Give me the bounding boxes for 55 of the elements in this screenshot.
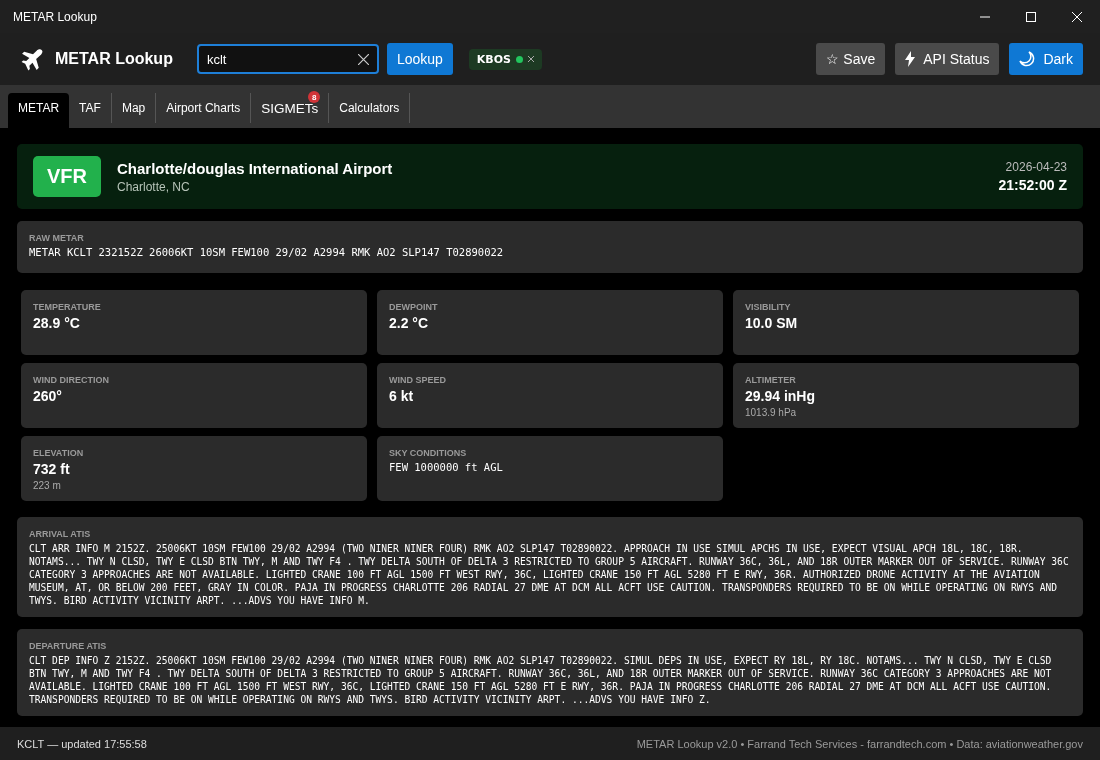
airport-location: Charlotte, NC — [117, 179, 191, 194]
app-title: METAR Lookup — [55, 50, 173, 68]
tab[interactable]: TAF — [69, 93, 112, 123]
airplane-icon — [20, 46, 45, 72]
count-badge: 8 — [308, 91, 321, 103]
tab[interactable]: Airport Charts — [156, 93, 252, 123]
status-button[interactable]: API Status — [895, 43, 1000, 75]
flight-category: VFR — [33, 156, 101, 197]
stat-label: DEWPOINT — [389, 302, 439, 312]
tab[interactable]: METAR — [8, 93, 70, 128]
stat-value: 732 ft — [33, 461, 71, 477]
credits-text: METAR Lookup v2.0 • Farrand Tech Services - farrandtech.com • Data: aviationweather.gov — [636, 737, 1083, 750]
card-label: RAW METAR — [29, 233, 85, 243]
stat-value: 6 kt — [389, 388, 415, 404]
raw-metar-text: METAR KCLT 232152Z 26006KT 10SM FEW100 29/02 A2994 RMK AO2 SLP147 T02890022 — [29, 246, 505, 258]
card-label: DEPARTURE ATIS — [29, 641, 108, 651]
stat-value: 2.2 °C — [389, 315, 430, 331]
stat-label: ELEVATION — [33, 448, 85, 458]
tab[interactable]: SIGMETs 8 — [251, 93, 330, 123]
stat-value: FEW 1000000 ft AGL — [389, 461, 504, 473]
save-button[interactable]: ☆ Save — [816, 43, 886, 75]
stat-label: WIND SPEED — [389, 375, 447, 385]
stat-subvalue: 1013.9 hPa — [745, 407, 798, 418]
clear-icon[interactable] — [357, 53, 369, 65]
window-title: METAR Lookup — [13, 9, 97, 24]
moon-icon — [1019, 51, 1036, 67]
favorite-chip[interactable]: KBOS — [468, 48, 543, 70]
status-dot-icon — [516, 55, 524, 63]
stat-value: 10.0 SM — [745, 315, 799, 331]
stat-label: ALTIMETER — [745, 375, 797, 385]
close-icon[interactable] — [1072, 11, 1082, 22]
tab[interactable]: Calculators — [329, 93, 411, 123]
stat-label: VISIBILITY — [745, 302, 792, 312]
search-field[interactable]: kclt — [196, 44, 379, 74]
stat-value: 260° — [33, 388, 63, 404]
maximize-icon[interactable] — [1026, 11, 1036, 22]
stat-value: 28.9 °C — [33, 315, 81, 331]
atis-text: CLT ARR INFO M 2152Z. 25006KT 10SM FEW100 29/02 A2994 (TWO NINER NINER FOUR) RMK AO2 SLP147 T02890022. APPROACH IN USE SIMUL APCHS IN USE, EXPECT VISUAL APCH 18L, 18C, 18R. NOTAMS... TWY N CLSD, TWY E CLSD BTN TWY, M AND TWY F4 . TWY DELTA SOUTH OF DELTA 3 RESTRICTED TO GROUP 5 AIRCRAFT. RUNWAY 36C, 36L, AND 18R OUTER MARKER OUT OF SERVICE. RUNWAY 36C CATEGORY 3 APPROACHES ARE NOT AVAILABLE. LIGHTED CRANE 100 FT AGL 1500 FT WEST RWY, 36C, LIGHTED CRANE 150 FT AGL 5280 FT E RWY, 36R. AUTHORIZED DRONE ACTIVITY AT THE AVIATION MUSEUM, AT, OR BELOW 200 FEET, GRAY IN COLOR. PAJA IN PROGRESS CHARLOTTE 206 RADIAL 27 DME AT DCM ALL ACFT USE CAUTION. TRANSPONDERS REQUIRED TO BE ON WHILE OPERATING ON RWYS AND TWYS. BIRD ACTIVITY VICINITY ARPT. ...ADVS YOU HAVE INFO M. — [29, 542, 1070, 607]
observation-time: 21:52:00 Z — [998, 177, 1067, 193]
card-label: ARRIVAL ATIS — [29, 529, 92, 539]
remove-icon[interactable] — [528, 56, 535, 62]
stat-label: TEMPERATURE — [33, 302, 102, 312]
stat-subvalue: 223 m — [33, 480, 62, 491]
tab[interactable]: Map — [111, 93, 157, 123]
theme-button[interactable]: Dark — [1009, 43, 1083, 75]
stat-label: WIND DIRECTION — [33, 375, 110, 385]
lookup-button[interactable]: Lookup — [386, 43, 453, 75]
atis-text: CLT DEP INFO Z 2152Z. 25006KT 10SM FEW100 29/02 A2994 (TWO NINER NINER FOUR) RMK AO2 SLP147 T02890022. SIMUL DEPS IN USE, EXPECT RY 18L, RY 18C. NOTAMS... TWY N CLSD, TWY E CLSD BTN TWY, M AND TWY F4 . TWY DELTA SOUTH OF DELTA 3 RESTRICTED TO GROUP 5 AIRCRAFT. RUNWAY 36C, 36L, AND 18R OUTER MARKER OUT OF SERVICE. RUNWAY 36C CATEGORY 3 APPROACHES ARE NOT AVAILABLE. LIGHTED CRANE 100 FT AGL 1500 FT WEST RWY, 36C, LIGHTED CRANE 150 FT AGL 5280 FT E RWY, 36R. PAJA IN PROGRESS CHARLOTTE 206 RADIAL 27 DME AT DCM ALL ACFT USE CAUTION. TRANSPONDERS REQUIRED TO BE ON WHILE OPERATING ON RWYS AND TWYS. BIRD ACTIVITY VICINITY ARPT. ...ADVS YOU HAVE INFO Z. — [29, 654, 1053, 706]
stat-label: SKY CONDITIONS — [389, 448, 468, 458]
station-code: KBOS — [476, 52, 512, 66]
observation-date: 2026-04-23 — [1005, 160, 1067, 174]
lightning-icon — [905, 51, 916, 67]
stat-value: 29.94 inHg — [745, 388, 817, 404]
airport-name: Charlotte/douglas International Airport — [117, 159, 394, 177]
status-text: KCLT — updated 17:55:58 — [17, 737, 147, 750]
